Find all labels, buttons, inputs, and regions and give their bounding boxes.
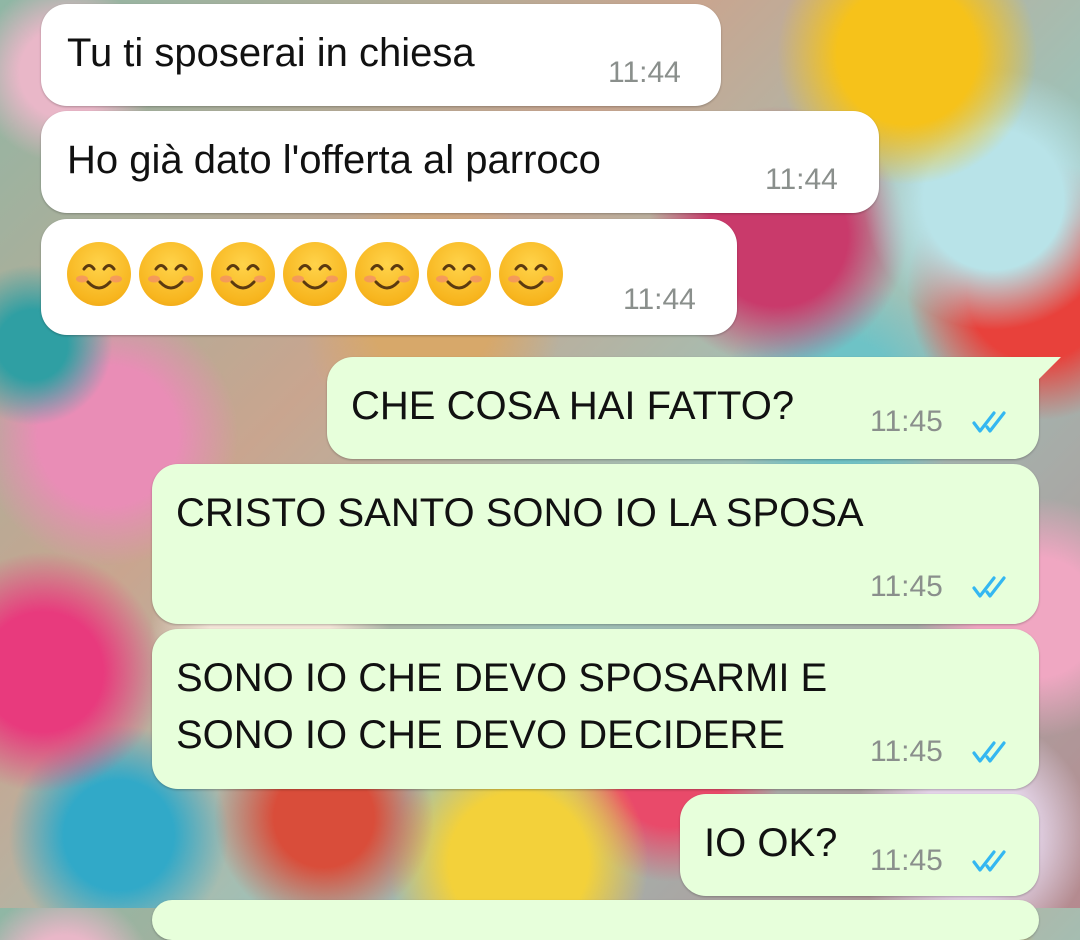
emoji-row (67, 242, 563, 306)
message-text: IO OK? (704, 821, 838, 865)
read-receipt-icon (972, 411, 1006, 433)
outgoing-message-partial[interactable] (152, 900, 1039, 940)
incoming-message[interactable]: Tu ti sposerai in chiesa 11:44 (41, 4, 721, 106)
smiling-face-with-smiling-eyes-icon (427, 242, 491, 306)
outgoing-message[interactable]: IO OK? 11:45 (680, 794, 1039, 896)
message-timestamp: 11:45 (870, 735, 943, 768)
incoming-message[interactable]: Ho già dato l'offerta al parroco 11:44 (41, 111, 879, 213)
smiling-face-with-smiling-eyes-icon (211, 242, 275, 306)
message-timestamp: 11:45 (870, 844, 943, 877)
message-timestamp: 11:44 (623, 283, 696, 316)
message-timestamp: 11:44 (765, 163, 838, 196)
outgoing-message[interactable]: CHE COSA HAI FATTO? 11:45 (327, 357, 1039, 459)
read-receipt-icon (972, 850, 1006, 872)
message-text: Ho già dato l'offerta al parroco (67, 138, 601, 182)
message-text-line: SONO IO CHE DEVO DECIDERE (176, 713, 785, 757)
message-timestamp: 11:44 (608, 56, 681, 89)
smiling-face-with-smiling-eyes-icon (139, 242, 203, 306)
smiling-face-with-smiling-eyes-icon (67, 242, 131, 306)
message-text: CRISTO SANTO SONO IO LA SPOSA (176, 491, 864, 535)
incoming-emoji-message[interactable]: 11:44 (41, 219, 737, 335)
message-text: Tu ti sposerai in chiesa (67, 31, 475, 75)
smiling-face-with-smiling-eyes-icon (355, 242, 419, 306)
smiling-face-with-smiling-eyes-icon (499, 242, 563, 306)
message-timestamp: 11:45 (870, 570, 943, 603)
outgoing-message[interactable]: CRISTO SANTO SONO IO LA SPOSA 11:45 (152, 464, 1039, 624)
outgoing-message[interactable]: SONO IO CHE DEVO SPOSARMI E SONO IO CHE … (152, 629, 1039, 789)
message-text-line: SONO IO CHE DEVO SPOSARMI E (176, 656, 828, 700)
read-receipt-icon (972, 576, 1006, 598)
read-receipt-icon (972, 741, 1006, 763)
bubble-tail (1039, 357, 1061, 379)
message-text: CHE COSA HAI FATTO? (351, 384, 795, 428)
message-timestamp: 11:45 (870, 405, 943, 438)
smiling-face-with-smiling-eyes-icon (283, 242, 347, 306)
